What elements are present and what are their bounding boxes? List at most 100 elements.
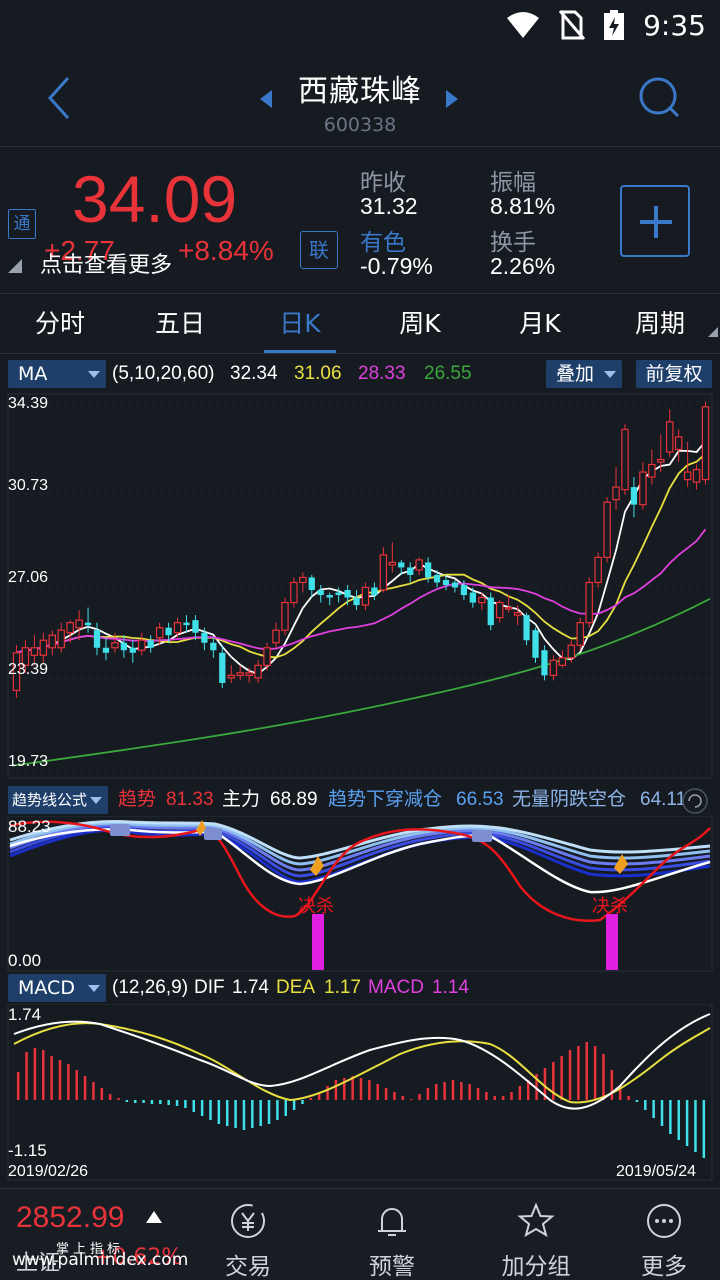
view-more-hint[interactable]: 点击查看更多 [40,247,172,279]
candle [201,632,208,643]
sector-label[interactable]: 有色 [360,223,406,257]
candle [442,579,450,585]
candle [308,577,315,591]
add-watchlist-button[interactable] [620,185,690,257]
candle [379,554,388,591]
trend-chart[interactable]: 决杀 决杀 88.23 0.00 [0,816,720,972]
candle [541,650,548,676]
candlestick-chart[interactable]: 34.39 30.73 27.06 23.39 19.73 [0,392,720,780]
tab-daily-k[interactable]: 日K [240,296,360,353]
candle [558,657,567,666]
ma10-value: 31.06 [294,363,342,384]
current-price: 34.09 [72,162,238,236]
candle [344,590,351,598]
candle [281,601,289,631]
back-icon[interactable] [40,72,80,124]
candle [353,597,360,606]
expand-corner-icon[interactable] [8,259,22,273]
date-end: 2019/05/24 [616,1163,696,1180]
tab-monthly-k[interactable]: 月K [480,296,600,353]
trend-y-max: 88.23 [8,817,51,836]
candle [424,562,432,578]
candle [183,622,190,626]
refresh-icon[interactable] [680,786,710,816]
quote-panel[interactable]: 通 34.09 +2.77 +8.84% 点击查看更多 联 昨收 31.32 有… [0,146,720,294]
nav-add-group[interactable]: 加分组 [464,1189,608,1280]
candle [165,627,172,636]
index-price: 2852.99 [16,1201,125,1234]
status-bar: 9:35 [0,0,720,50]
prev-close-label: 昨收 [360,170,406,196]
candle [93,630,101,648]
nav-trade[interactable]: 交易 [176,1189,320,1280]
nav-more-label: 更多 [641,1254,687,1280]
related-button[interactable]: 联 [300,231,338,269]
macd-chart[interactable]: 1.74 -1.15 2019/02/26 2019/05/24 [0,1004,720,1184]
candle [433,574,441,583]
candle [692,468,701,483]
nav-trade-label: 交易 [225,1254,271,1280]
candle [173,622,182,634]
dea-value: 1.17 [324,977,361,998]
trend-cross-label: 趋势下穿减仓 [328,789,443,810]
yen-exchange-icon [231,1204,265,1238]
arrow-up-icon [146,1211,162,1223]
adjust-button[interactable]: 前复权 [636,360,712,388]
turnover-value: 2.26% [490,253,556,279]
y-tick-label: 19.73 [8,753,48,770]
candle [263,647,271,666]
tab-intraday[interactable]: 分时 [0,296,120,353]
period-tabs: 分时 五日 日K 周K 月K 周期 [0,296,720,354]
ma-select-label: MA [18,363,48,385]
marker-icon [204,828,222,840]
signal-label: 决杀 [298,896,334,916]
candle [469,592,476,603]
overlay-select[interactable]: 叠加 [546,360,622,388]
ma-params: (5,10,20,60) [112,363,215,384]
candle [147,640,154,648]
tab-weekly-k[interactable]: 周K [360,296,480,353]
trend-select-label: 趋势线公式 [12,791,88,809]
search-icon[interactable] [630,72,690,124]
nav-alert[interactable]: 预警 [320,1189,464,1280]
tab-five-day[interactable]: 五日 [120,296,240,353]
candle [674,436,683,451]
candle [361,586,370,606]
candle [30,647,39,656]
watermark-line2: www.palmindex.com [12,1250,189,1270]
macd-indicator-select[interactable]: MACD [8,974,106,1002]
battery-charging-icon [604,10,625,40]
candle [48,634,57,649]
main-force-value: 68.89 [270,789,318,810]
macd-value: 1.14 [432,977,469,998]
next-stock-icon[interactable] [446,90,458,108]
candle [272,629,280,644]
ma20-value: 28.33 [358,363,406,384]
candle [594,556,602,584]
ma-indicator-select[interactable]: MA [8,360,106,388]
nav-alert-label: 预警 [369,1254,415,1280]
ma-lines [11,440,711,767]
candle [299,576,307,584]
dropdown-corner-icon [708,327,718,337]
candles [12,401,710,698]
candle [388,561,397,566]
star-icon [517,1202,555,1238]
trend-indicator-select[interactable]: 趋势线公式 [8,786,108,814]
chevron-down-icon [88,985,100,992]
stock-code: 600338 [323,114,397,136]
tab-period[interactable]: 周期 [600,296,720,353]
tong-badge[interactable]: 通 [8,209,36,239]
candle [487,597,494,626]
candle [495,601,504,619]
candle [192,620,199,633]
candle [227,674,235,679]
candle [513,612,522,616]
candle [683,471,692,481]
candle [39,639,48,656]
chevron-down-icon [604,371,616,378]
candle [648,463,656,478]
ma60-value: 26.55 [424,363,472,384]
nav-more[interactable]: 更多 [608,1189,720,1280]
candle [639,471,647,506]
